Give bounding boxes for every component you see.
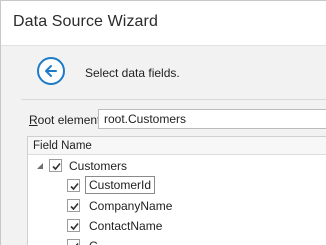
tree-row-companyname[interactable]: CompanyName: [28, 196, 326, 216]
field-tree[interactable]: Field Name Customers CustomerId CompanyN…: [27, 136, 326, 245]
tree-column-header[interactable]: Field Name: [28, 137, 326, 155]
customers-checkbox[interactable]: [49, 159, 62, 172]
tree-row-contactname[interactable]: ContactName: [28, 216, 326, 236]
tree-row-partial[interactable]: C: [28, 236, 326, 245]
contactname-checkbox[interactable]: [67, 219, 80, 232]
root-element-label-text: oot element:: [37, 113, 104, 127]
checkmark-icon: [52, 162, 61, 171]
tree-row-customers[interactable]: Customers: [28, 156, 326, 176]
companyname-checkbox[interactable]: [67, 199, 80, 212]
header-divider: [21, 99, 326, 100]
tree-row-customerid[interactable]: CustomerId: [28, 176, 326, 196]
checkmark-icon: [70, 182, 79, 191]
checkmark-icon: [70, 222, 79, 231]
partial-row-checkbox[interactable]: [67, 239, 80, 245]
checkmark-icon: [70, 202, 79, 211]
tree-item-label: C: [89, 239, 98, 245]
field-name-header: Field Name: [33, 140, 92, 152]
wizard-window: Data Source Wizard Select data fields. R…: [0, 0, 326, 245]
chevron-down-icon[interactable]: [36, 162, 44, 170]
page-subtitle: Select data fields.: [85, 66, 180, 80]
root-element-label: Root element:: [29, 113, 104, 127]
back-button[interactable]: [37, 57, 65, 85]
checkmark-icon: [75, 242, 79, 245]
title-bar: Data Source Wizard: [1, 1, 326, 45]
window-title: Data Source Wizard: [13, 13, 158, 30]
tree-item-label: Customers: [69, 159, 128, 173]
tree-item-label: CustomerId: [85, 176, 156, 194]
back-arrow-icon: [45, 65, 57, 77]
root-element-label-mnemonic: R: [29, 113, 38, 127]
tree-item-label: CompanyName: [89, 199, 173, 213]
tree-item-label: ContactName: [89, 219, 163, 233]
root-element-input[interactable]: [98, 109, 326, 129]
customerid-checkbox[interactable]: [67, 179, 80, 192]
